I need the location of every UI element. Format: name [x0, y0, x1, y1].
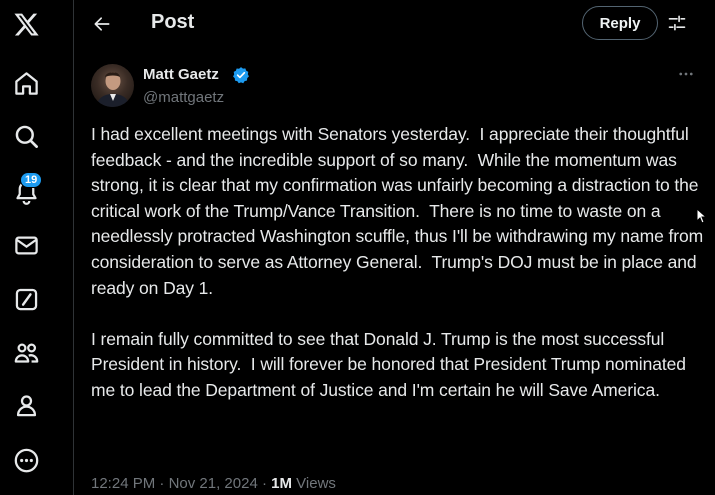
grok-icon[interactable] [0, 279, 52, 319]
post-time[interactable]: 12:24 PM [91, 475, 155, 492]
author-name[interactable]: Matt Gaetz [143, 66, 219, 83]
profile-icon[interactable] [0, 385, 52, 425]
reply-button[interactable]: Reply [582, 6, 658, 40]
sliders-icon [668, 15, 686, 31]
notifications-badge: 19 [20, 172, 43, 188]
avatar[interactable] [91, 64, 134, 107]
post-more-button[interactable] [672, 62, 700, 86]
back-arrow-icon [94, 17, 110, 31]
column-divider [73, 0, 74, 495]
post-meta: 12:24 PM · Nov 21, 2024 · 1M Views [91, 475, 336, 492]
more-dots-icon [679, 72, 693, 76]
mouse-cursor-icon [696, 208, 706, 224]
meta-separator: · [261, 475, 272, 492]
post-date[interactable]: Nov 21, 2024 [169, 475, 258, 492]
verified-badge-icon [233, 67, 249, 84]
page-title: Post [151, 11, 195, 33]
views-count: 1M [271, 475, 292, 492]
author-handle[interactable]: @mattgaetz [143, 89, 224, 106]
left-nav: 19 [0, 0, 52, 495]
app-window: 19 Post Reply Matt Gaetz @mattgaetz I ha… [0, 0, 715, 495]
notifications-icon[interactable]: 19 [0, 172, 52, 212]
avatar-photo-icon [96, 72, 130, 107]
explore-icon[interactable] [0, 116, 52, 156]
settings-button[interactable] [664, 10, 690, 36]
x-logo-icon[interactable] [0, 4, 52, 44]
views-label: Views [296, 475, 336, 492]
post-text: I had excellent meetings with Senators y… [91, 124, 704, 400]
messages-icon[interactable] [0, 225, 52, 265]
more-icon[interactable] [0, 440, 52, 480]
meta-separator: · [159, 475, 169, 492]
communities-icon[interactable] [0, 332, 52, 372]
home-icon[interactable] [0, 63, 52, 103]
back-button[interactable] [86, 8, 118, 40]
